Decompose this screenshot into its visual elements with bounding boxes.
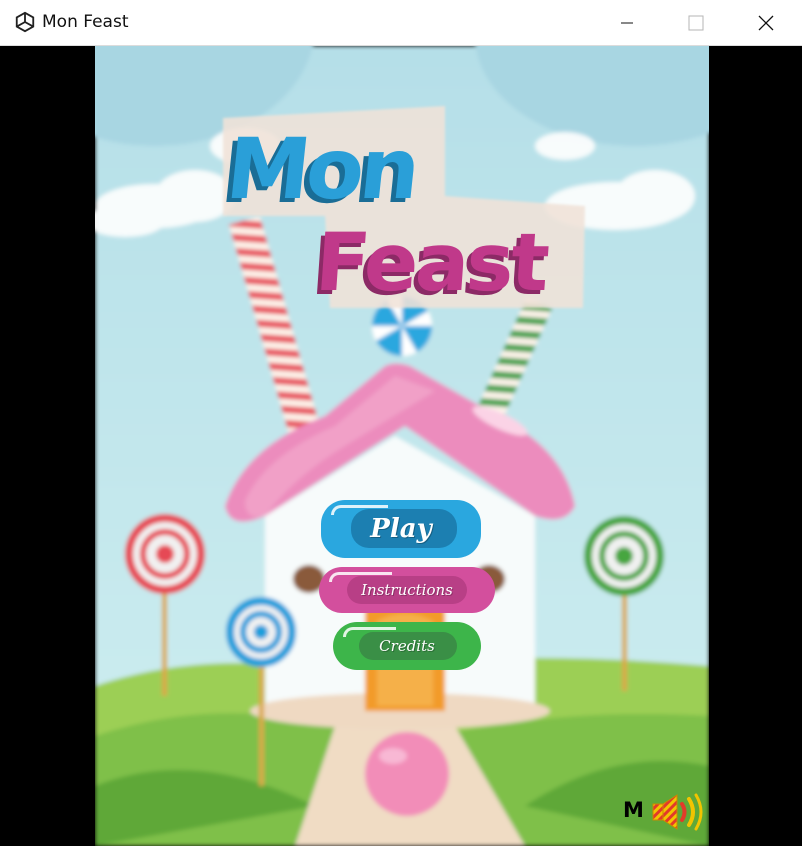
music-toggle[interactable]: M: [623, 798, 644, 822]
unity-icon: [15, 11, 35, 33]
maximize-button[interactable]: [673, 0, 719, 45]
close-button[interactable]: [743, 0, 789, 45]
play-button-label: Play: [370, 514, 432, 544]
play-button[interactable]: Play: [321, 500, 481, 558]
minimize-button[interactable]: [604, 0, 650, 45]
window-title: Mon Feast: [42, 12, 129, 32]
credits-button[interactable]: Credits: [333, 622, 481, 670]
minimize-icon: [621, 22, 633, 23]
credits-button-gloss: [343, 627, 397, 637]
close-icon: [758, 15, 774, 30]
logo-line2-face: Feast: [313, 216, 552, 309]
window-titlebar: Mon Feast: [0, 0, 802, 46]
maximize-icon: [688, 15, 704, 30]
logo-line1-face: Mon: [222, 120, 421, 218]
speaker-icon[interactable]: [651, 792, 707, 832]
instructions-button[interactable]: Instructions: [319, 567, 495, 613]
game-viewport: Mon Mon Feast Feast Play Instructions Cr…: [95, 46, 709, 846]
game-logo: Mon Mon Feast Feast: [217, 120, 552, 313]
credits-button-label: Credits: [379, 637, 435, 655]
instructions-button-label: Instructions: [361, 581, 453, 599]
